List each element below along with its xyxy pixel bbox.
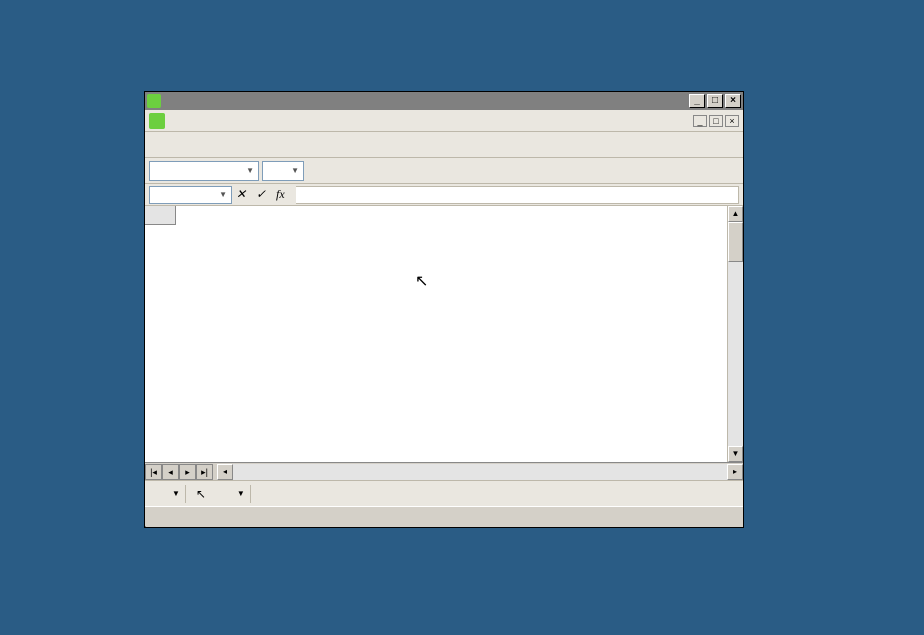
pointer-icon[interactable]: ↖ — [191, 484, 211, 504]
chevron-down-icon: ▼ — [246, 166, 254, 175]
menubar: _ □ × — [145, 110, 743, 132]
tab-last-button[interactable]: ▸| — [196, 464, 213, 480]
cancel-fx-icon[interactable]: ✕ — [236, 187, 252, 203]
wps-window: _ □ × _ □ × ▼ ▼ ▼ ✕ ✓ fx — [144, 91, 744, 528]
font-name-combo[interactable]: ▼ — [149, 161, 259, 181]
tab-first-button[interactable]: |◂ — [145, 464, 162, 480]
tab-next-button[interactable]: ▸ — [179, 464, 196, 480]
scroll-right-button[interactable]: ▸ — [727, 464, 743, 480]
mdi-restore[interactable]: □ — [709, 115, 723, 127]
sheet-tab-bar: |◂ ◂ ▸ ▸| ◂ ▸ — [145, 462, 743, 480]
titlebar[interactable]: _ □ × — [145, 92, 743, 110]
vertical-scrollbar[interactable]: ▲ ▼ — [727, 206, 743, 462]
scroll-left-button[interactable]: ◂ — [217, 464, 233, 480]
formatting-toolbar: ▼ ▼ — [145, 158, 743, 184]
maximize-button[interactable]: □ — [707, 94, 723, 108]
fx-icon[interactable]: fx — [276, 187, 292, 203]
formula-bar: ▼ ✕ ✓ fx — [145, 184, 743, 206]
drawing-toolbar: ▼ ↖ ▼ — [145, 480, 743, 506]
select-all-corner[interactable] — [145, 206, 176, 225]
minimize-button[interactable]: _ — [689, 94, 705, 108]
mdi-close[interactable]: × — [725, 115, 739, 127]
formula-input[interactable] — [296, 186, 739, 204]
chevron-down-icon: ▼ — [291, 166, 299, 175]
autoshapes-menu[interactable] — [214, 484, 234, 504]
horizontal-scrollbar[interactable]: ◂ ▸ — [217, 464, 743, 480]
mdi-minimize[interactable]: _ — [693, 115, 707, 127]
scroll-down-button[interactable]: ▼ — [728, 446, 743, 462]
draw-menu[interactable] — [149, 484, 169, 504]
accept-fx-icon[interactable]: ✓ — [256, 187, 272, 203]
wps-app-icon — [147, 94, 161, 108]
status-bar — [145, 506, 743, 526]
chevron-down-icon: ▼ — [219, 190, 227, 199]
font-size-combo[interactable]: ▼ — [262, 161, 304, 181]
wps-menu-icon[interactable] — [149, 113, 165, 129]
scroll-up-button[interactable]: ▲ — [728, 206, 743, 222]
standard-toolbar — [145, 132, 743, 158]
scroll-thumb[interactable] — [728, 222, 743, 262]
name-box[interactable]: ▼ — [149, 186, 232, 204]
spreadsheet-grid[interactable]: ▲ ▼ — [145, 206, 743, 462]
close-button[interactable]: × — [725, 94, 741, 108]
tab-prev-button[interactable]: ◂ — [162, 464, 179, 480]
